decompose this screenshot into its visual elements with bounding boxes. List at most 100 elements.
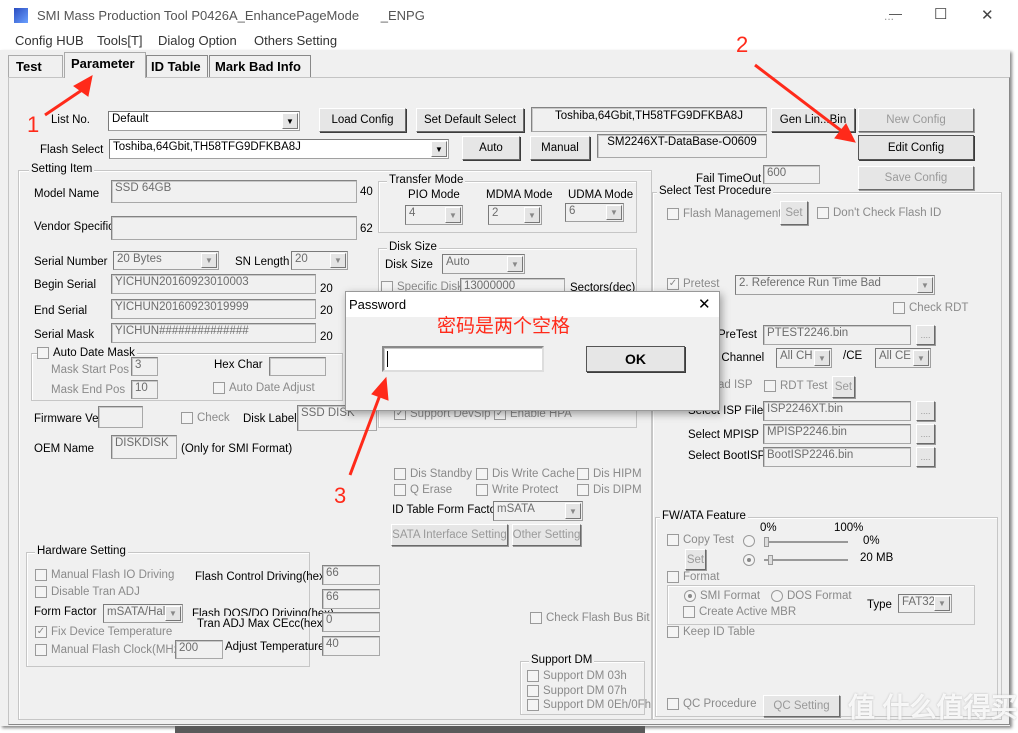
isp-file-input[interactable]: ISP2246XT.bin — [763, 401, 911, 421]
isp-browse-button[interactable]: .... — [916, 401, 935, 421]
pio-mode-select[interactable]: 4 ▼ — [405, 205, 463, 225]
qc-procedure-checkbox[interactable]: QC Procedure — [667, 698, 757, 710]
create-active-mbr-checkbox[interactable]: Create Active MBR — [683, 606, 796, 618]
sn-length-select[interactable]: 20 ▼ — [291, 251, 348, 270]
type-select[interactable]: FAT32 ▼ — [898, 594, 952, 613]
edit-config-button[interactable]: Edit Config — [858, 135, 974, 160]
dis-hipm-checkbox[interactable]: Dis HIPM — [577, 468, 642, 480]
mpisp-browse-button[interactable]: .... — [916, 424, 935, 444]
tab-parameter[interactable]: Parameter — [64, 52, 146, 78]
manual-flash-io-driving-checkbox[interactable]: Manual Flash IO Driving — [35, 569, 174, 581]
udma-mode-select[interactable]: 6 ▼ — [565, 203, 624, 222]
ce-select[interactable]: All CE ▼ — [875, 348, 931, 368]
tab-mark-bad-info[interactable]: Mark Bad Info — [209, 55, 311, 77]
dis-standby-checkbox[interactable]: Dis Standby — [394, 468, 472, 480]
ok-button[interactable]: OK — [586, 346, 685, 372]
fail-timeout-input[interactable]: 600 — [763, 165, 820, 184]
pretest-browse-button[interactable]: .... — [916, 325, 935, 345]
smi-format-radio[interactable]: SMI Format — [684, 590, 760, 602]
oem-name-input[interactable]: DISKDISK — [111, 435, 177, 459]
auto-date-mask-checkbox[interactable]: Auto Date Mask — [37, 347, 137, 359]
pretest-file-input[interactable]: PTEST2246.bin — [763, 325, 911, 345]
flash-select[interactable]: Toshiba,64Gbit,TH58TFG9DFKBA8J ▼ — [109, 139, 449, 159]
disk-size-select[interactable]: Auto ▼ — [442, 254, 525, 274]
model-name-input[interactable]: SSD 64GB — [111, 180, 357, 203]
flash-control-driving-input[interactable]: 66 — [322, 565, 380, 585]
tran-adj-max-input[interactable]: 0 — [322, 612, 380, 632]
format-checkbox[interactable]: Format — [667, 571, 719, 583]
mpisp-input[interactable]: MPISP2246.bin — [763, 424, 911, 444]
maximize-button[interactable]: ☐ — [934, 5, 947, 23]
percent-radio[interactable] — [743, 535, 755, 547]
manual-button[interactable]: Manual — [530, 136, 590, 160]
dont-check-flash-id-checkbox[interactable]: Don't Check Flash ID — [817, 207, 941, 219]
mdma-mode-select[interactable]: 2 ▼ — [488, 205, 542, 225]
bootisp-input[interactable]: BootISP2246.bin — [763, 447, 911, 467]
close-button[interactable]: ✕ — [981, 6, 994, 24]
load-config-button[interactable]: Load Config — [319, 108, 406, 132]
set-default-select-button[interactable]: Set Default Select — [416, 108, 524, 132]
mask-start-pos-input[interactable]: 3 — [131, 357, 158, 376]
end-serial-input[interactable]: YICHUN20160923019999 — [111, 299, 316, 319]
dos-format-radio[interactable]: DOS Format — [771, 590, 852, 602]
id-table-form-factor-select[interactable]: mSATA ▼ — [493, 501, 583, 521]
dis-dipm-checkbox[interactable]: Dis DIPM — [577, 484, 642, 496]
bootisp-browse-button[interactable]: .... — [916, 447, 935, 467]
support-dm-07h-checkbox[interactable]: Support DM 07h — [527, 685, 627, 697]
manual-flash-clock-checkbox[interactable]: Manual Flash Clock(MHz) — [35, 644, 183, 656]
fix-device-temperature-checkbox[interactable]: ✓ Fix Device Temperature — [35, 626, 172, 638]
hex-char-input[interactable] — [269, 357, 326, 376]
tab-test[interactable]: Test — [8, 55, 63, 77]
rdt-test-checkbox[interactable]: RDT Test — [764, 380, 828, 392]
firmware-check-checkbox[interactable]: Check — [181, 412, 230, 424]
vendor-specific-input[interactable] — [111, 216, 357, 240]
q-erase-checkbox[interactable]: Q Erase — [394, 484, 452, 496]
menu-tools[interactable]: Tools[T] — [97, 33, 143, 48]
flash-management-checkbox[interactable]: Flash Management — [667, 208, 781, 220]
other-setting-button[interactable]: Other Setting — [512, 524, 581, 546]
new-config-button[interactable]: New Config — [858, 108, 974, 132]
size-slider[interactable] — [764, 555, 848, 565]
flash-clock-input[interactable]: 200 — [175, 640, 223, 659]
channel-select[interactable]: All CH ▼ — [776, 348, 832, 368]
check-rdt-checkbox[interactable]: Check RDT — [893, 302, 968, 314]
serial-number-select[interactable]: 20 Bytes ▼ — [113, 251, 219, 270]
copy-test-set-button[interactable]: Set — [685, 549, 706, 570]
slider-thumb[interactable] — [767, 555, 773, 565]
menu-config-hub[interactable]: Config HUB — [15, 33, 84, 48]
firmware-version-input[interactable] — [98, 406, 143, 428]
support-dm-0eh-checkbox[interactable]: Support DM 0Eh/0Fh — [527, 699, 651, 711]
menu-dialog-option[interactable]: Dialog Option — [158, 33, 237, 48]
pretest-mode-select[interactable]: 2. Reference Run Time Bad ▼ — [735, 275, 935, 295]
size-radio[interactable] — [743, 554, 755, 566]
serial-mask-input[interactable]: YICHUN############## — [111, 323, 316, 343]
password-input[interactable] — [382, 346, 544, 372]
rdt-set-button[interactable]: Set — [832, 376, 855, 398]
auto-button[interactable]: Auto — [462, 136, 520, 160]
percent-slider[interactable] — [764, 537, 848, 547]
sata-interface-setting-button[interactable]: SATA Interface Setting — [391, 524, 508, 546]
auto-date-adjust-checkbox[interactable]: Auto Date Adjust — [213, 382, 315, 394]
check-flash-bus-bit-checkbox[interactable]: Check Flash Bus Bit — [530, 612, 650, 624]
qc-setting-button[interactable]: QC Setting — [763, 695, 840, 717]
adjust-temperature-input[interactable]: 40 — [322, 636, 380, 656]
tab-id-table[interactable]: ID Table — [146, 55, 208, 77]
menu-others-setting[interactable]: Others Setting — [254, 33, 337, 48]
begin-serial-input[interactable]: YICHUN20160923010003 — [111, 274, 316, 294]
list-no-select[interactable]: Default ▼ — [108, 111, 300, 131]
slider-thumb[interactable] — [764, 537, 769, 547]
flash-dqs-driving-input[interactable]: 66 — [322, 589, 380, 609]
mask-end-pos-input[interactable]: 10 — [131, 380, 158, 399]
form-factor-select[interactable]: mSATA/HalfS ▼ — [103, 604, 183, 623]
pretest-checkbox[interactable]: ✓ Pretest — [667, 278, 719, 290]
write-protect-checkbox[interactable]: Write Protect — [476, 484, 558, 496]
dis-write-cache-checkbox[interactable]: Dis Write Cache — [476, 468, 575, 480]
flash-management-set-button[interactable]: Set — [780, 201, 808, 225]
keep-id-table-checkbox[interactable]: Keep ID Table — [667, 626, 755, 638]
dialog-close-button[interactable]: ✕ — [698, 295, 711, 313]
minimize-button[interactable]: — — [889, 6, 902, 21]
support-dm-03h-checkbox[interactable]: Support DM 03h — [527, 670, 627, 682]
copy-test-checkbox[interactable]: Copy Test — [667, 534, 734, 546]
save-config-button[interactable]: Save Config — [858, 166, 974, 190]
disable-tran-adj-checkbox[interactable]: Disable Tran ADJ — [35, 586, 140, 598]
